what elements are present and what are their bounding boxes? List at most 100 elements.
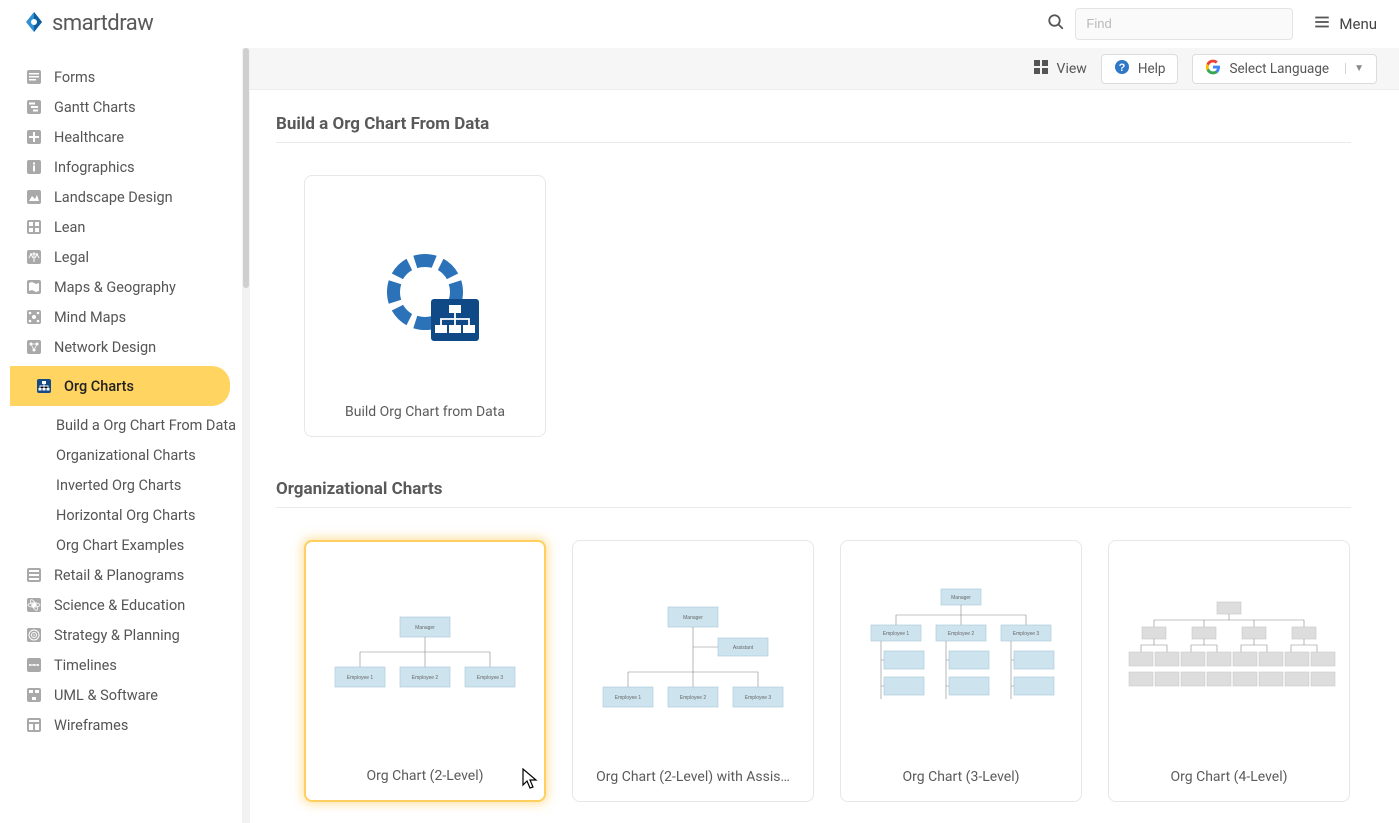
svg-text:?: ? xyxy=(1118,62,1125,74)
sidebar-item-infographics[interactable]: Infographics xyxy=(0,152,240,182)
sidebar-item-lean[interactable]: Lean xyxy=(0,212,240,242)
sidebar-item-mind[interactable]: Mind Maps xyxy=(0,302,240,332)
search-icon[interactable] xyxy=(1047,13,1065,35)
template-card-org-2level-assistant[interactable]: Manager Assistant Employee 1 Employee 2 … xyxy=(572,540,814,802)
science-icon xyxy=(26,597,42,613)
section-divider xyxy=(276,142,1351,143)
sidebar-item-label: Maps & Geography xyxy=(54,279,176,296)
template-card-label: Org Chart (2-Level) xyxy=(367,768,484,784)
sidebar-item-label: Org Charts xyxy=(64,378,134,395)
timeline-icon xyxy=(26,657,42,673)
svg-text:Employee 2: Employee 2 xyxy=(948,631,975,637)
view-toggle[interactable]: View xyxy=(1033,59,1087,79)
brand-logo[interactable]: smartdraw xyxy=(22,10,153,38)
section-divider xyxy=(276,507,1351,508)
sidebar-item-uml[interactable]: UML & Software xyxy=(0,680,240,710)
sidebar-item-label: UML & Software xyxy=(54,687,158,704)
svg-text:Employee 3: Employee 3 xyxy=(477,675,504,681)
template-card-label: Org Chart (3-Level) xyxy=(903,769,1020,785)
hamburger-icon xyxy=(1313,13,1331,35)
main-area: View ? Help Select Language ▼ Build a Or… xyxy=(250,48,1399,823)
sidebar-item-label: Mind Maps xyxy=(54,309,126,326)
svg-text:Manager: Manager xyxy=(415,625,435,631)
sidebar-sub-inverted[interactable]: Inverted Org Charts xyxy=(0,470,240,500)
strategy-icon xyxy=(26,627,42,643)
language-label: Select Language xyxy=(1229,61,1329,77)
landscape-icon xyxy=(26,189,42,205)
content-toolbar: View ? Help Select Language ▼ xyxy=(250,48,1399,90)
sidebar-sub-examples[interactable]: Org Chart Examples xyxy=(0,530,240,560)
template-thumbnail: Manager Employee 1 Employee 2 Employee 3 xyxy=(314,556,536,768)
sidebar-item-label: Wireframes xyxy=(54,717,128,734)
sidebar-scrollbar[interactable] xyxy=(242,48,250,823)
lean-icon xyxy=(26,219,42,235)
mindmap-icon xyxy=(26,309,42,325)
sidebar-item-label: Gantt Charts xyxy=(54,99,136,116)
sidebar-item-forms[interactable]: Forms xyxy=(0,62,240,92)
orgchart-icon xyxy=(36,378,52,394)
sidebar-item-network[interactable]: Network Design xyxy=(0,332,240,362)
sidebar-item-org-charts[interactable]: Org Charts xyxy=(10,366,230,406)
sidebar-item-landscape[interactable]: Landscape Design xyxy=(0,182,240,212)
sidebar-item-healthcare[interactable]: Healthcare xyxy=(0,122,240,152)
svg-text:Employee 2: Employee 2 xyxy=(412,675,439,681)
template-card-build-from-data[interactable]: Build Org Chart from Data xyxy=(304,175,546,437)
sidebar-item-label: Strategy & Planning xyxy=(54,627,180,644)
menu-label: Menu xyxy=(1339,15,1377,33)
sidebar[interactable]: Forms Gantt Charts Healthcare Infographi… xyxy=(0,48,240,823)
svg-text:Employee 3: Employee 3 xyxy=(1013,631,1040,637)
google-icon xyxy=(1205,59,1221,79)
help-icon: ? xyxy=(1114,59,1130,79)
section-title-organizational-charts: Organizational Charts xyxy=(276,479,1351,499)
grid-view-icon xyxy=(1033,59,1049,79)
sidebar-item-maps[interactable]: Maps & Geography xyxy=(0,272,240,302)
template-thumbnail xyxy=(313,190,537,404)
help-button[interactable]: ? Help xyxy=(1101,54,1179,84)
language-selector[interactable]: Select Language ▼ xyxy=(1192,54,1377,84)
chevron-down-icon: ▼ xyxy=(1345,63,1364,74)
svg-text:Employee 1: Employee 1 xyxy=(883,631,910,637)
sidebar-item-retail[interactable]: Retail & Planograms xyxy=(0,560,240,590)
main-menu-button[interactable]: Menu xyxy=(1313,13,1377,35)
template-card-org-4level[interactable]: Org Chart (4-Level) xyxy=(1108,540,1350,802)
network-icon xyxy=(26,339,42,355)
sidebar-item-strategy[interactable]: Strategy & Planning xyxy=(0,620,240,650)
sidebar-item-wireframes[interactable]: Wireframes xyxy=(0,710,240,740)
sidebar-item-label: Timelines xyxy=(54,657,117,674)
svg-text:Assistant: Assistant xyxy=(733,645,754,651)
svg-text:Employee 1: Employee 1 xyxy=(615,695,642,701)
template-card-label: Org Chart (2-Level) with Assis… xyxy=(596,769,790,785)
sidebar-sub-build-from-data[interactable]: Build a Org Chart From Data xyxy=(0,410,240,440)
template-thumbnail: Manager Assistant Employee 1 Employee 2 … xyxy=(581,555,805,769)
sidebar-item-science[interactable]: Science & Education xyxy=(0,590,240,620)
sidebar-sub-org-charts[interactable]: Organizational Charts xyxy=(0,440,240,470)
svg-text:Employee 1: Employee 1 xyxy=(347,675,374,681)
svg-text:Employee 2: Employee 2 xyxy=(680,695,707,701)
template-card-org-3level[interactable]: Manager Employee 1 Employee 2 Employee 3 xyxy=(840,540,1082,802)
sidebar-sub-horizontal[interactable]: Horizontal Org Charts xyxy=(0,500,240,530)
health-icon xyxy=(26,129,42,145)
brand-text: smartdraw xyxy=(52,11,153,36)
template-thumbnail: Manager Employee 1 Employee 2 Employee 3 xyxy=(849,555,1073,769)
section-title-build-from-data: Build a Org Chart From Data xyxy=(276,114,1351,134)
retail-icon xyxy=(26,567,42,583)
sidebar-item-label: Network Design xyxy=(54,339,156,356)
sidebar-item-label: Science & Education xyxy=(54,597,185,614)
sidebar-item-legal[interactable]: Legal xyxy=(0,242,240,272)
sidebar-item-label: Lean xyxy=(54,219,85,236)
sidebar-item-label: Healthcare xyxy=(54,129,124,146)
sidebar-item-timelines[interactable]: Timelines xyxy=(0,650,240,680)
scrollbar-thumb[interactable] xyxy=(243,48,249,288)
template-gallery[interactable]: Build a Org Chart From Data xyxy=(250,90,1399,823)
sidebar-item-gantt[interactable]: Gantt Charts xyxy=(0,92,240,122)
logo-icon xyxy=(22,10,46,38)
gantt-icon xyxy=(26,99,42,115)
sidebar-container: Forms Gantt Charts Healthcare Infographi… xyxy=(0,48,250,823)
template-card-org-2level[interactable]: Manager Employee 1 Employee 2 Employee 3… xyxy=(304,540,546,802)
template-thumbnail xyxy=(1117,555,1341,769)
svg-text:Manager: Manager xyxy=(951,595,971,601)
sidebar-item-label: Infographics xyxy=(54,159,135,176)
search-input[interactable] xyxy=(1075,8,1293,40)
svg-text:Manager: Manager xyxy=(683,615,703,621)
uml-icon xyxy=(26,687,42,703)
